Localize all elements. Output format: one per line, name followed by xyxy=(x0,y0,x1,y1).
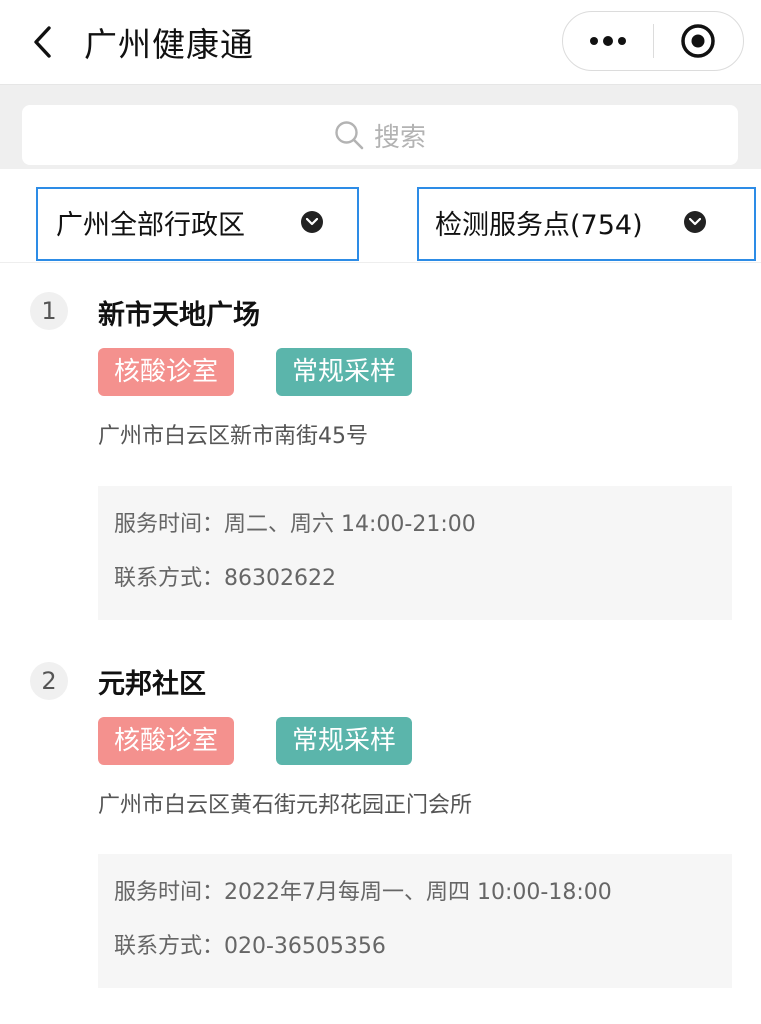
caret-down-icon xyxy=(301,211,323,233)
back-button[interactable] xyxy=(22,20,62,64)
more-dots-icon xyxy=(589,36,626,46)
district-filter-label: 广州全部行政区 xyxy=(56,210,245,241)
search-area: 搜索 xyxy=(0,85,761,169)
item-address: 广州市白云区新市南街45号 xyxy=(98,424,368,449)
list-item[interactable]: 1 新市天地广场 核酸诊室 常规采样 广州市白云区新市南街45号 服务时间：周二… xyxy=(0,262,761,632)
item-title: 元邦社区 xyxy=(98,669,206,700)
nav-bar: 广州健康通 xyxy=(0,0,761,85)
tag-nucleic-clinic: 核酸诊室 xyxy=(98,348,235,396)
caret-down-icon xyxy=(684,211,706,233)
more-button[interactable] xyxy=(563,12,653,70)
service-point-filter[interactable]: 检测服务点(754) xyxy=(417,187,756,261)
tag-nucleic-clinic: 核酸诊室 xyxy=(98,717,235,765)
service-time: 服务时间：2022年7月每周一、周四 10:00-18:00 xyxy=(114,880,612,905)
search-placeholder: 搜索 xyxy=(373,122,426,153)
contact-info: 联系方式：020-36505356 xyxy=(114,934,386,959)
list-item[interactable]: 2 元邦社区 核酸诊室 常规采样 广州市白云区黄石街元邦花园正门会所 服务时间：… xyxy=(0,632,761,1012)
item-address: 广州市白云区黄石街元邦花园正门会所 xyxy=(98,793,473,818)
district-filter[interactable]: 广州全部行政区 xyxy=(36,187,359,261)
page-title: 广州健康通 xyxy=(84,25,254,64)
search-icon xyxy=(335,121,364,150)
contact-info: 联系方式：86302622 xyxy=(114,566,336,591)
info-box: 服务时间：2022年7月每周一、周四 10:00-18:00 联系方式：020-… xyxy=(98,854,732,988)
info-box: 服务时间：周二、周六 14:00-21:00 联系方式：86302622 xyxy=(98,486,732,620)
close-button[interactable] xyxy=(654,12,744,70)
item-title: 新市天地广场 xyxy=(98,300,260,331)
service-point-filter-label: 检测服务点(754) xyxy=(435,210,643,241)
tag-routine-sampling: 常规采样 xyxy=(276,348,413,396)
tag-routine-sampling: 常规采样 xyxy=(276,717,413,765)
service-time: 服务时间：周二、周六 14:00-21:00 xyxy=(114,512,476,537)
item-index: 2 xyxy=(30,662,68,700)
item-index: 1 xyxy=(30,292,68,330)
filter-row: 广州全部行政区 检测服务点(754) xyxy=(0,169,761,263)
close-target-icon xyxy=(681,24,715,58)
back-arrow-icon xyxy=(34,26,51,58)
search-input[interactable]: 搜索 xyxy=(22,105,738,165)
mini-program-capsule xyxy=(562,11,744,71)
